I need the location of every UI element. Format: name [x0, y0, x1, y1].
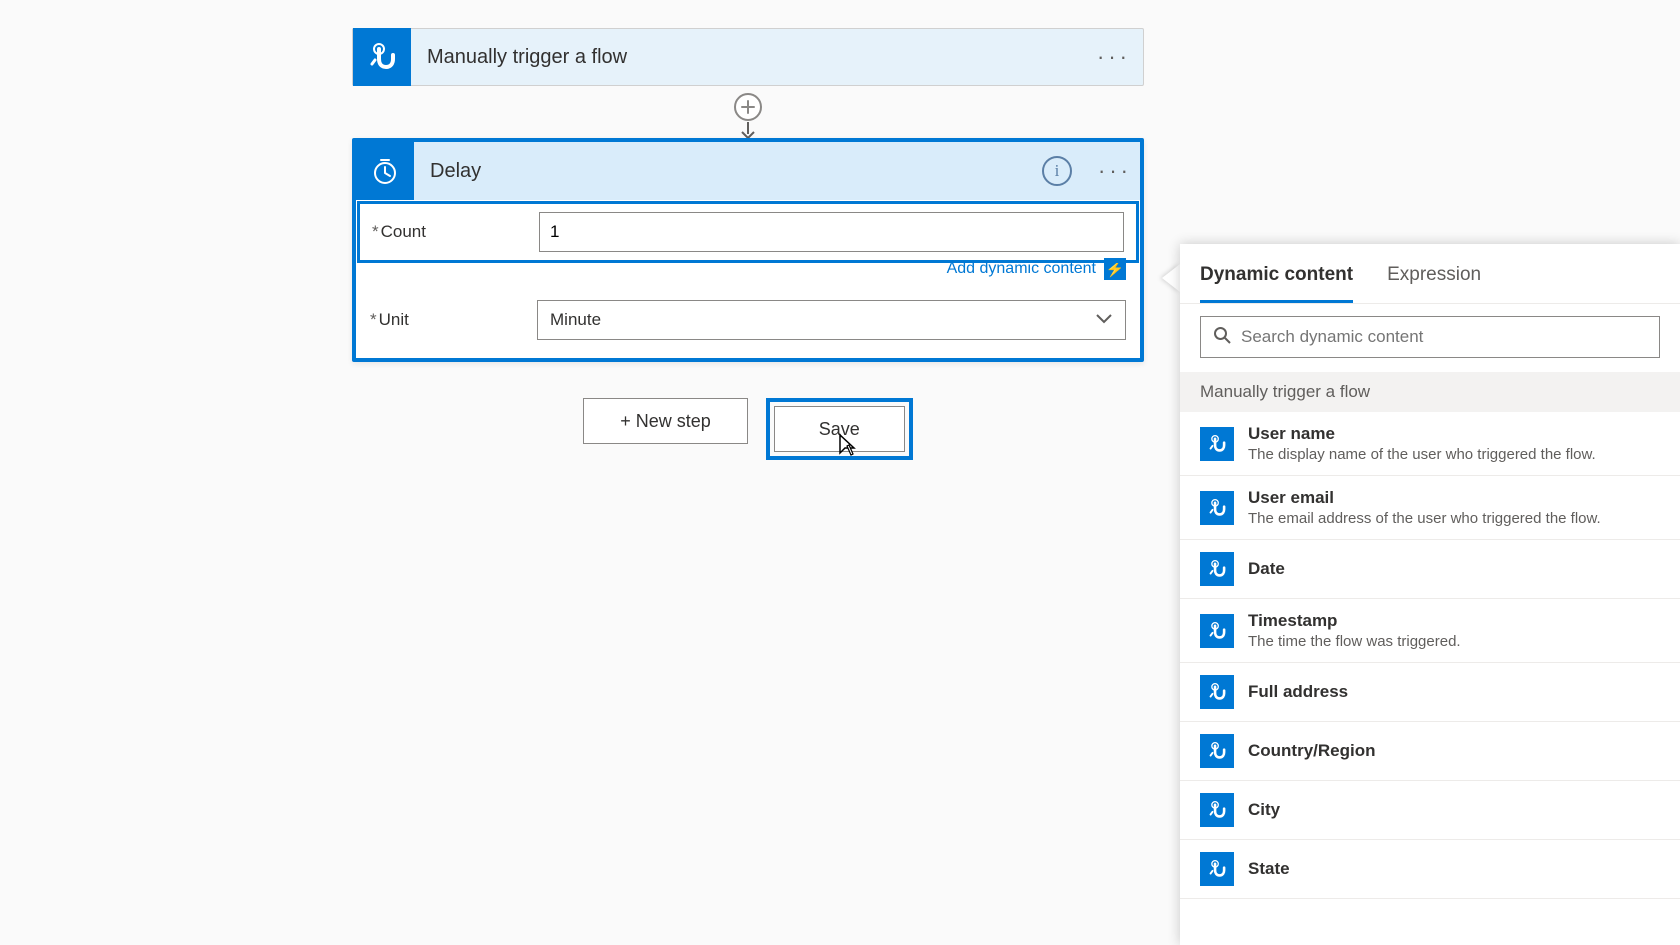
trigger-card[interactable]: Manually trigger a flow ···	[352, 28, 1144, 86]
fx-badge-icon[interactable]: ⚡	[1104, 258, 1126, 280]
dc-item-title: User email	[1248, 488, 1660, 508]
dc-item-title: State	[1248, 859, 1660, 879]
dc-item[interactable]: Date	[1180, 540, 1680, 599]
delay-header[interactable]: Delay i ···	[356, 142, 1140, 200]
dc-group-header: Manually trigger a flow	[1180, 372, 1680, 412]
save-button[interactable]: Save	[774, 406, 905, 452]
dc-item-title: Country/Region	[1248, 741, 1660, 761]
dc-item[interactable]: Timestamp The time the flow was triggered…	[1180, 599, 1680, 663]
touch-icon	[1200, 552, 1234, 586]
new-step-button[interactable]: + New step	[583, 398, 748, 444]
dc-item-text: Country/Region	[1248, 741, 1660, 761]
save-highlight: Save	[766, 398, 913, 460]
count-row: *Count	[358, 202, 1138, 262]
touch-icon	[1200, 793, 1234, 827]
dc-search-input[interactable]	[1241, 327, 1647, 347]
touch-icon	[1200, 427, 1234, 461]
touch-icon	[1200, 734, 1234, 768]
unit-label: *Unit	[370, 310, 525, 330]
count-input[interactable]	[539, 212, 1124, 252]
search-icon	[1213, 326, 1231, 349]
dc-item-title: Date	[1248, 559, 1660, 579]
dc-item-text: Date	[1248, 559, 1660, 579]
panel-pointer-icon	[1162, 264, 1180, 292]
info-icon[interactable]: i	[1042, 156, 1072, 186]
touch-icon	[1200, 614, 1234, 648]
touch-icon	[1200, 675, 1234, 709]
touch-icon	[353, 28, 411, 86]
dc-item-text: State	[1248, 859, 1660, 879]
add-dynamic-content-row: Add dynamic content ⚡	[356, 258, 1140, 286]
add-step-plus-icon[interactable]	[734, 93, 762, 121]
dc-item-desc: The email address of the user who trigge…	[1248, 510, 1660, 527]
dc-item-desc: The time the flow was triggered.	[1248, 633, 1660, 650]
touch-icon	[1200, 852, 1234, 886]
dc-list: User name The display name of the user wh…	[1180, 412, 1680, 945]
clock-icon	[356, 142, 414, 200]
dc-item-text: City	[1248, 800, 1660, 820]
dc-item[interactable]: State	[1180, 840, 1680, 899]
trigger-title: Manually trigger a flow	[411, 46, 1085, 69]
dc-item[interactable]: User name The display name of the user wh…	[1180, 412, 1680, 476]
add-dynamic-content-link[interactable]: Add dynamic content	[947, 260, 1096, 278]
count-label: *Count	[372, 222, 527, 242]
dc-search-box[interactable]	[1200, 316, 1660, 358]
dc-item-text: User name The display name of the user wh…	[1248, 424, 1660, 463]
delay-menu-icon[interactable]: ···	[1090, 158, 1140, 184]
dc-item-desc: The display name of the user who trigger…	[1248, 446, 1660, 463]
touch-icon	[1200, 491, 1234, 525]
trigger-menu-icon[interactable]: ···	[1085, 28, 1143, 86]
delay-title: Delay	[414, 160, 1042, 183]
tab-dynamic-content[interactable]: Dynamic content	[1200, 264, 1353, 303]
delay-card: Delay i ··· *Count Add dynamic content ⚡…	[352, 138, 1144, 362]
dc-item-title: Timestamp	[1248, 611, 1660, 631]
dc-tabs: Dynamic content Expression	[1180, 244, 1680, 303]
unit-row: *Unit Minute	[356, 286, 1140, 358]
dc-item[interactable]: Country/Region	[1180, 722, 1680, 781]
tab-expression[interactable]: Expression	[1387, 264, 1481, 303]
chevron-down-icon	[1095, 310, 1113, 330]
dc-item[interactable]: City	[1180, 781, 1680, 840]
dc-item-title: Full address	[1248, 682, 1660, 702]
dynamic-content-panel: Dynamic content Expression Manually trig…	[1180, 244, 1680, 945]
dc-item-text: Timestamp The time the flow was triggered…	[1248, 611, 1660, 650]
dc-item[interactable]: User email The email address of the user …	[1180, 476, 1680, 540]
unit-value: Minute	[550, 310, 601, 330]
dc-item-text: User email The email address of the user …	[1248, 488, 1660, 527]
dc-item[interactable]: Full address	[1180, 663, 1680, 722]
unit-select[interactable]: Minute	[537, 300, 1126, 340]
dc-item-title: User name	[1248, 424, 1660, 444]
footer-actions: + New step Save	[352, 398, 1144, 460]
dc-item-title: City	[1248, 800, 1660, 820]
dc-item-text: Full address	[1248, 682, 1660, 702]
